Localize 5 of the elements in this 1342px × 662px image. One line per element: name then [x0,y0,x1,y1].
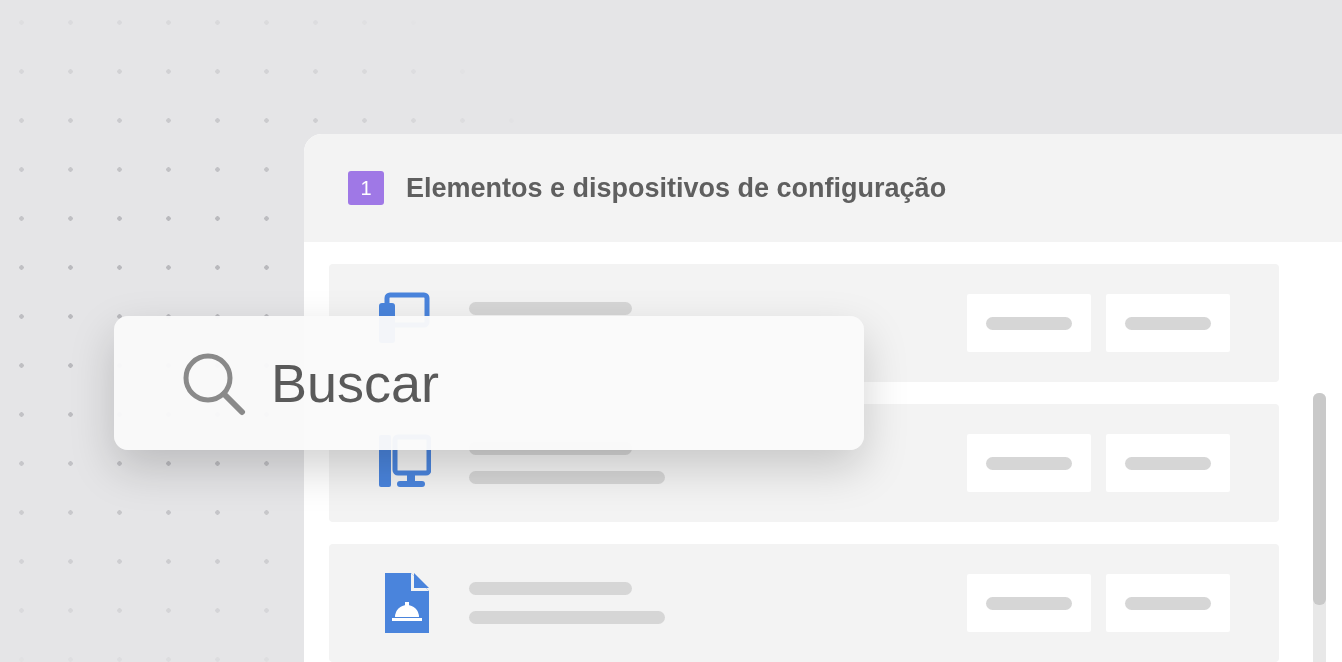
list-row[interactable] [329,544,1279,662]
panel-title: Elementos e dispositivos de configuração [406,172,947,204]
step-badge: 1 [348,171,384,205]
scrollbar-thumb[interactable] [1313,393,1326,605]
search-field[interactable]: Buscar [114,316,864,450]
